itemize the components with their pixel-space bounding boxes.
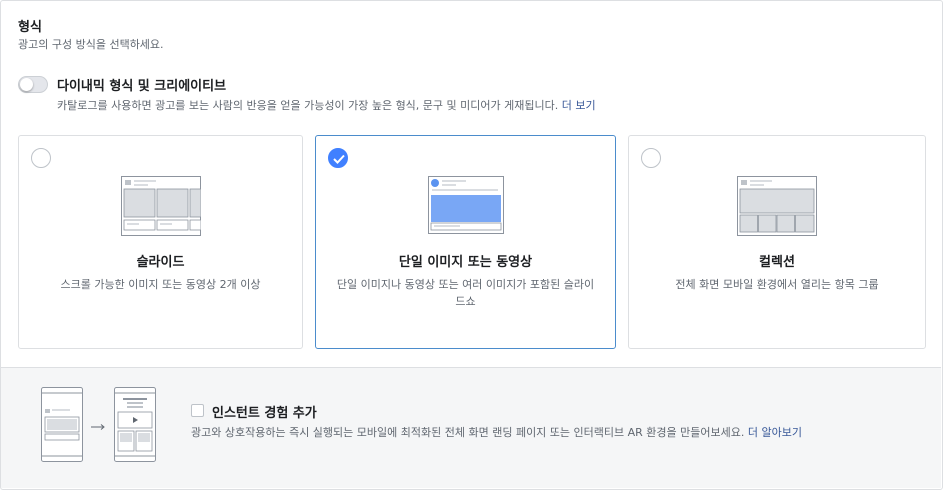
learn-more-link[interactable]: 더 보기 [562,99,596,112]
dynamic-format-title: 다이내믹 형식 및 크리에이티브 [57,79,227,94]
collection-title: 컬렉션 [759,255,795,270]
carousel-icon [120,176,201,240]
section-title: 형식 [18,20,42,35]
collection-radio[interactable] [641,148,661,168]
toggle-knob [20,78,33,91]
checkmark-icon [333,154,345,164]
instant-experience-description-text: 광고와 상호작용하는 즉시 실행되는 모바일에 최적화된 전체 화면 랜딩 페이… [191,426,745,439]
collection-description: 전체 화면 모바일 환경에서 열리는 항목 그룹 [675,278,879,291]
dynamic-format-description-text: 카탈로그를 사용하면 광고를 보는 사람의 반응을 얻을 가능성이 가장 높은 … [57,99,559,112]
instant-experience-checkbox[interactable] [191,404,204,417]
learn-more-link-instant[interactable]: 더 알아보기 [748,426,802,439]
format-card-collection[interactable]: 컬렉션 전체 화면 모바일 환경에서 열리는 항목 그룹 [628,135,926,349]
instant-experience-description: 광고와 상호작용하는 즉시 실행되는 모바일에 최적화된 전체 화면 랜딩 페이… [191,424,802,440]
single-image-description: 단일 이미지나 동영상 또는 여러 이미지가 포함된 슬라이드쇼 [336,278,595,308]
dynamic-format-toggle[interactable] [18,76,48,93]
single-image-icon [427,176,504,238]
dynamic-format-description: 카탈로그를 사용하면 광고를 보는 사람의 반응을 얻을 가능성이 가장 높은 … [57,97,596,113]
collection-icon [737,176,817,240]
instant-experience-title: 인스턴트 경험 추가 [212,406,317,421]
instant-experience-icon [41,387,157,467]
single-image-radio-checked[interactable] [328,148,348,168]
format-card-carousel[interactable]: 슬라이드 스크롤 가능한 이미지 또는 동영상 2개 이상 [18,135,303,349]
carousel-radio[interactable] [31,148,51,168]
single-image-title: 단일 이미지 또는 동영상 [398,255,533,270]
carousel-description: 스크롤 가능한 이미지 또는 동영상 2개 이상 [60,278,261,291]
format-card-single-image[interactable]: 단일 이미지 또는 동영상 단일 이미지나 동영상 또는 여러 이미지가 포함된… [315,135,616,349]
carousel-title: 슬라이드 [136,255,185,270]
section-subtitle: 광고의 구성 방식을 선택하세요. [18,38,164,51]
